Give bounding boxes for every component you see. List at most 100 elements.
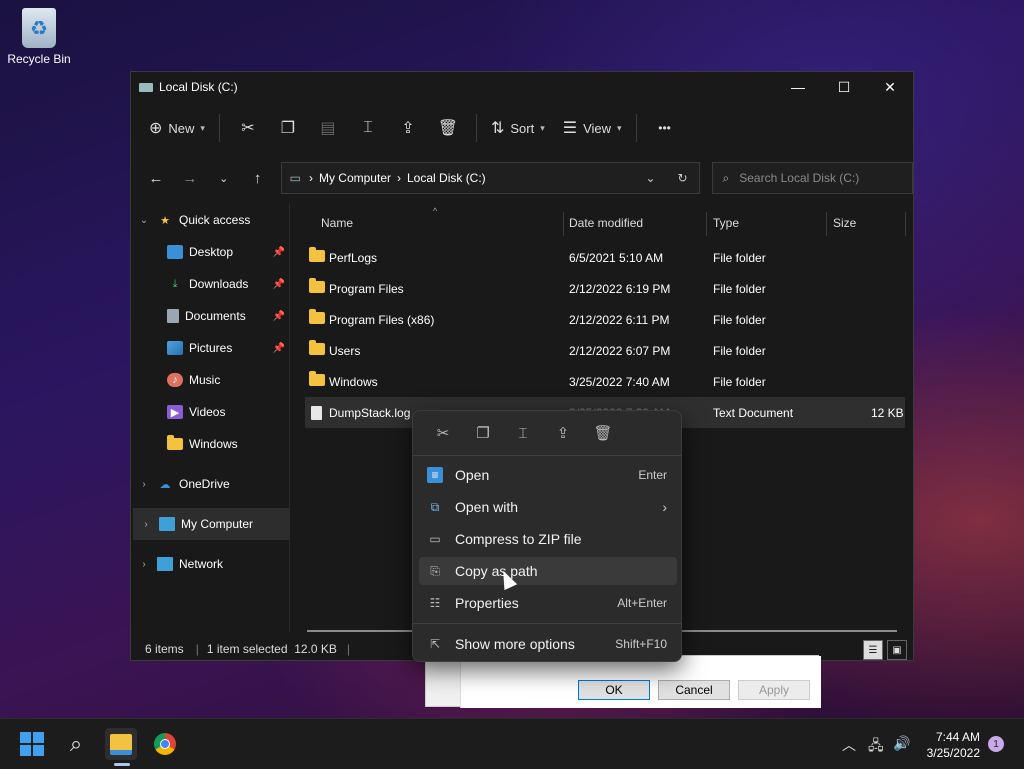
trash-icon: 🗑 — [437, 120, 459, 137]
clock-time: 7:44 AM — [935, 730, 980, 744]
pane-splitter[interactable] — [289, 204, 290, 632]
copy-icon[interactable]: ❐ — [463, 424, 503, 442]
search-input[interactable]: ⌕ Search Local Disk (C:) — [711, 162, 913, 194]
new-button[interactable]: ⊕ New ▾ — [143, 110, 211, 146]
pin-icon: 📌 — [272, 278, 285, 290]
column-divider[interactable] — [563, 212, 564, 236]
sidebar-item-onedrive[interactable]: › ☁ OneDrive — [131, 468, 289, 500]
sidebar-item-music[interactable]: ♪ Music — [131, 364, 289, 396]
ok-button[interactable]: OK — [578, 680, 650, 700]
file-name: Windows — [329, 375, 378, 389]
menu-item-open-with[interactable]: ⧉ Open with › — [419, 493, 677, 521]
cut-button[interactable]: ✂ — [228, 110, 268, 146]
cancel-button[interactable]: Cancel — [658, 680, 730, 700]
recycle-bin[interactable]: Recycle Bin — [4, 8, 74, 66]
toolbar-divider — [635, 114, 637, 142]
volume-icon[interactable]: 🔊 — [893, 735, 910, 752]
sidebar-item-documents[interactable]: Documents 📌 — [131, 300, 289, 332]
cut-icon[interactable]: ✂ — [423, 424, 463, 442]
delete-button[interactable]: 🗑 — [428, 110, 468, 146]
column-date-modified[interactable]: Date modified — [569, 216, 643, 230]
breadcrumb-local-disk[interactable]: Local Disk (C:) — [407, 171, 486, 185]
close-button[interactable]: ✕ — [867, 72, 913, 102]
menu-item-open[interactable]: ≡ Open Enter — [419, 461, 677, 489]
file-explorer-taskbar-button[interactable] — [105, 728, 137, 760]
file-row[interactable]: PerfLogs 6/5/2021 5:10 AM File folder — [305, 242, 905, 273]
column-divider[interactable] — [706, 212, 707, 236]
file-date: 2/12/2022 6:11 PM — [569, 313, 670, 327]
plus-circle-icon: ⊕ — [149, 120, 163, 137]
share-button[interactable]: ⇪ — [388, 110, 428, 146]
sort-button[interactable]: ⇅ Sort ▾ — [485, 110, 551, 146]
copy-button[interactable]: ❐ — [268, 110, 308, 146]
up-button[interactable]: ↑ — [241, 170, 275, 187]
more-options-button[interactable]: ••• — [645, 110, 685, 146]
sidebar-item-label: Music — [189, 373, 221, 387]
forward-button[interactable]: → — [173, 170, 207, 187]
recent-locations-button[interactable]: ⌄ — [207, 172, 241, 185]
pin-icon: 📌 — [272, 246, 285, 258]
file-row[interactable]: Windows 3/25/2022 7:40 AM File folder — [305, 366, 905, 397]
refresh-icon[interactable]: ↻ — [667, 171, 699, 185]
chrome-taskbar-button[interactable] — [149, 728, 181, 760]
sidebar-item-videos[interactable]: ▶ Videos — [131, 396, 289, 428]
sidebar-item-label: Documents — [185, 309, 246, 323]
sidebar-item-downloads[interactable]: ⤓ Downloads 📌 — [131, 268, 289, 300]
column-type[interactable]: Type — [713, 216, 739, 230]
clock[interactable]: 7:44 AM 3/25/2022 — [927, 729, 980, 761]
menu-item-show-more-options[interactable]: ⇱ Show more options Shift+F10 — [419, 630, 677, 658]
file-row[interactable]: Users 2/12/2022 6:07 PM File folder — [305, 335, 905, 366]
apply-button[interactable]: Apply — [738, 680, 810, 700]
sidebar-item-pictures[interactable]: Pictures 📌 — [131, 332, 289, 364]
chevron-down-icon: ▾ — [200, 122, 205, 133]
file-date: 2/12/2022 6:19 PM — [569, 282, 671, 296]
properties-icon: ☷ — [429, 596, 441, 610]
column-size[interactable]: Size — [833, 216, 856, 230]
file-type: File folder — [713, 251, 766, 265]
address-dropdown-icon[interactable]: ⌄ — [635, 171, 667, 185]
maximize-button[interactable]: ☐ — [821, 72, 867, 102]
column-divider[interactable] — [826, 212, 827, 236]
search-button[interactable]: ⌕ — [60, 728, 92, 760]
view-button[interactable]: ☰ View ▾ — [557, 110, 628, 146]
file-row[interactable]: Program Files (x86) 2/12/2022 6:11 PM Fi… — [305, 304, 905, 335]
menu-item-copy-as-path[interactable]: ⎘ Copy as path — [419, 557, 677, 585]
sidebar-item-my-computer[interactable]: › My Computer — [133, 508, 289, 540]
back-button[interactable]: ← — [139, 170, 173, 187]
address-bar[interactable]: ▭ › My Computer › Local Disk (C:) ⌄ ↻ — [280, 162, 700, 194]
paste-button[interactable]: ▤ — [308, 110, 348, 146]
rename-icon[interactable]: ⌶ — [503, 425, 543, 442]
minimize-button[interactable]: — — [775, 72, 821, 102]
sidebar-item-windows[interactable]: Windows — [131, 428, 289, 460]
context-menu: ✂ ❐ ⌶ ⇪ 🗑 ≡ Open Enter ⧉ Open with › ▭ C… — [412, 410, 682, 662]
search-icon: ⌕ — [69, 731, 83, 756]
file-row[interactable]: Program Files 2/12/2022 6:19 PM File fol… — [305, 273, 905, 304]
menu-item-shortcut: Alt+Enter — [617, 596, 667, 610]
network-icon[interactable]: 🖧 — [868, 735, 884, 759]
column-divider[interactable] — [905, 212, 906, 236]
notepad-icon: ≡ — [427, 467, 443, 483]
cloud-icon: ☁ — [159, 478, 171, 491]
start-button[interactable] — [16, 728, 48, 760]
trash-icon[interactable]: 🗑 — [583, 424, 623, 442]
sidebar-item-quick-access[interactable]: ⌄ ★ Quick access — [131, 204, 289, 236]
large-icons-view-icon[interactable]: ▣ — [887, 640, 907, 660]
sidebar-item-network[interactable]: › Network — [131, 548, 289, 580]
status-divider: | — [346, 642, 351, 656]
sidebar-item-desktop[interactable]: Desktop 📌 — [131, 236, 289, 268]
share-icon[interactable]: ⇪ — [543, 424, 583, 442]
drive-icon — [139, 82, 153, 92]
menu-divider — [413, 623, 681, 624]
details-view-icon[interactable]: ☰ — [863, 640, 883, 660]
breadcrumb-my-computer[interactable]: My Computer — [319, 171, 391, 185]
menu-item-properties[interactable]: ☷ Properties Alt+Enter — [419, 589, 677, 617]
search-icon: ⌕ — [722, 170, 730, 185]
toolbar-divider — [218, 114, 220, 142]
rename-button[interactable]: ⌶ — [348, 110, 388, 146]
folder-icon — [309, 278, 325, 296]
chevron-up-icon[interactable]: ︿ — [842, 735, 856, 755]
menu-item-compress-zip[interactable]: ▭ Compress to ZIP file — [419, 525, 677, 553]
column-name[interactable]: Name — [321, 216, 353, 230]
notification-badge[interactable]: 1 — [988, 736, 1004, 752]
column-header-row: Name ^ Date modified Type Size — [305, 204, 906, 242]
